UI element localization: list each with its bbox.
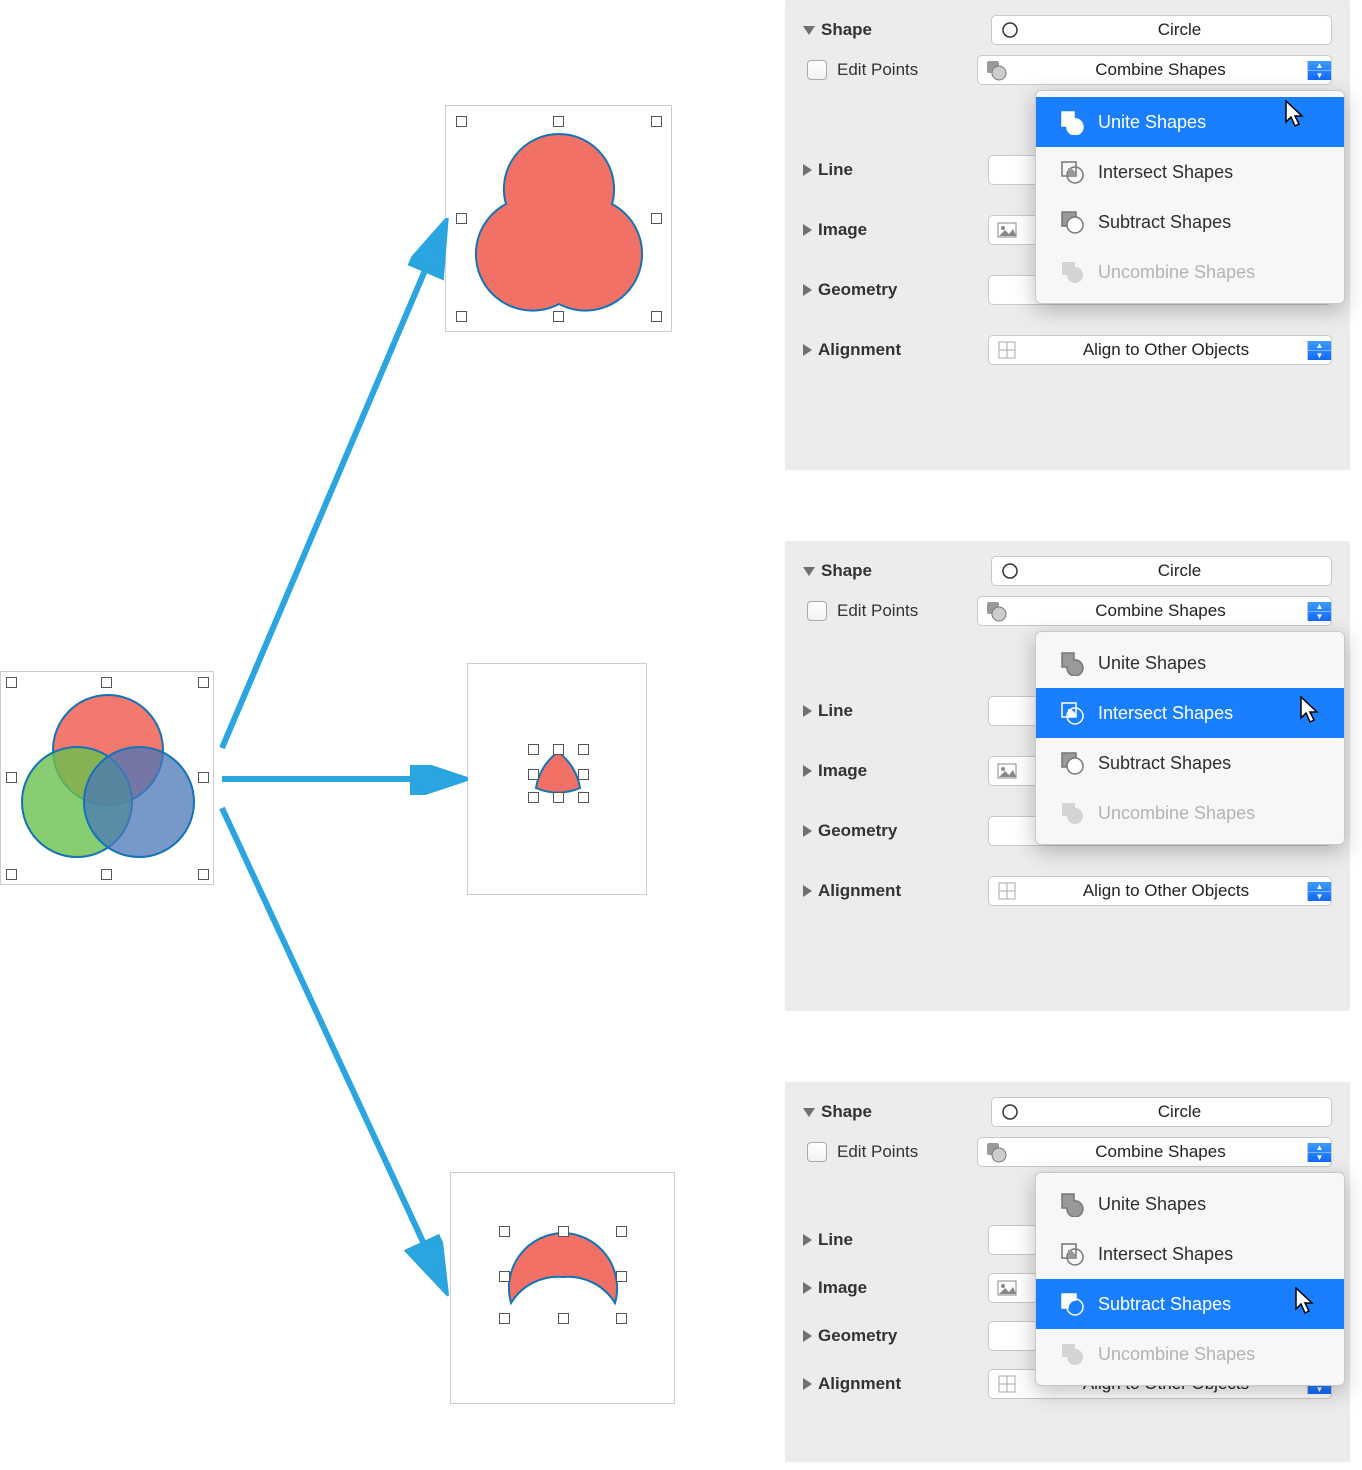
disclosure-right-icon[interactable]: [803, 1330, 812, 1342]
section-alignment[interactable]: Alignment: [818, 340, 988, 360]
align-grid-icon: [989, 882, 1025, 900]
uncombine-icon: [1054, 259, 1090, 285]
section-line[interactable]: Line: [818, 160, 988, 180]
circle-icon: [992, 562, 1028, 580]
disclosure-right-icon[interactable]: [803, 284, 812, 296]
shape-type-select[interactable]: Circle: [991, 15, 1332, 45]
subtract-icon: [1054, 209, 1090, 235]
subtract-icon: [1054, 750, 1090, 776]
edit-points-checkbox[interactable]: [807, 1142, 827, 1162]
menu-unite-shapes[interactable]: Unite Shapes: [1036, 97, 1344, 147]
shape-type-select[interactable]: Circle: [991, 1097, 1332, 1127]
arrow-to-unite: [218, 218, 458, 758]
combine-shapes-button[interactable]: Combine Shapes ▲▼: [977, 55, 1332, 85]
alignment-select[interactable]: Align to Other Objects ▲▼: [988, 876, 1332, 906]
disclosure-right-icon[interactable]: [803, 1378, 812, 1390]
inspector-panel-subtract: Shape Circle Edit Points Combine Shapes …: [785, 1082, 1350, 1462]
combine-stepper[interactable]: ▲▼: [1307, 1143, 1331, 1162]
circle-icon: [992, 1103, 1028, 1121]
arrow-to-subtract: [218, 800, 458, 1300]
section-line[interactable]: Line: [818, 1230, 988, 1250]
disclosure-down-icon[interactable]: [803, 1108, 815, 1117]
unite-icon: [1054, 109, 1090, 135]
section-shape[interactable]: Shape: [821, 561, 991, 581]
section-shape[interactable]: Shape: [821, 20, 991, 40]
section-shape[interactable]: Shape: [821, 1102, 991, 1122]
edit-points-label: Edit Points: [837, 1142, 977, 1162]
intersect-result-box: [467, 663, 647, 895]
uncombine-icon: [1054, 800, 1090, 826]
edit-points-checkbox[interactable]: [807, 60, 827, 80]
edit-points-label: Edit Points: [837, 601, 977, 621]
alignment-select[interactable]: Align to Other Objects ▲▼: [988, 335, 1332, 365]
menu-subtract-shapes[interactable]: Subtract Shapes: [1036, 197, 1344, 247]
disclosure-down-icon[interactable]: [803, 26, 815, 35]
disclosure-right-icon[interactable]: [803, 885, 812, 897]
disclosure-down-icon[interactable]: [803, 567, 815, 576]
disclosure-right-icon[interactable]: [803, 224, 812, 236]
inspector-panel-unite: Shape Circle Edit Points Combine Shapes …: [785, 0, 1350, 470]
edit-points-checkbox[interactable]: [807, 601, 827, 621]
intersect-icon: [1054, 159, 1090, 185]
section-geometry[interactable]: Geometry: [818, 821, 988, 841]
menu-intersect-shapes[interactable]: Intersect Shapes: [1036, 688, 1344, 738]
align-grid-icon: [989, 341, 1025, 359]
section-image[interactable]: Image: [818, 220, 988, 240]
unite-result-box: [445, 105, 672, 332]
menu-uncombine-shapes: Uncombine Shapes: [1036, 247, 1344, 297]
combine-shapes-icon: [978, 600, 1014, 622]
source-shape-box: [0, 671, 214, 885]
subtract-icon: [1054, 1291, 1090, 1317]
section-line[interactable]: Line: [818, 701, 988, 721]
disclosure-right-icon[interactable]: [803, 825, 812, 837]
disclosure-right-icon[interactable]: [803, 705, 812, 717]
circle-icon: [992, 21, 1028, 39]
combine-menu: Unite Shapes Intersect Shapes Subtract S…: [1035, 631, 1345, 845]
menu-subtract-shapes[interactable]: Subtract Shapes: [1036, 1279, 1344, 1329]
menu-unite-shapes[interactable]: Unite Shapes: [1036, 638, 1344, 688]
disclosure-right-icon[interactable]: [803, 765, 812, 777]
image-icon: [989, 1280, 1025, 1296]
combine-shapes-button[interactable]: Combine Shapes ▲▼: [977, 596, 1332, 626]
combine-shapes-button[interactable]: Combine Shapes ▲▼: [977, 1137, 1332, 1167]
combine-shapes-icon: [978, 59, 1014, 81]
menu-intersect-shapes[interactable]: Intersect Shapes: [1036, 147, 1344, 197]
subtract-result-box: [450, 1172, 675, 1404]
shape-type-select[interactable]: Circle: [991, 556, 1332, 586]
disclosure-right-icon[interactable]: [803, 344, 812, 356]
intersect-icon: [1054, 1241, 1090, 1267]
intersect-icon: [1054, 700, 1090, 726]
arrow-to-intersect: [218, 765, 468, 795]
unite-icon: [1054, 650, 1090, 676]
menu-intersect-shapes[interactable]: Intersect Shapes: [1036, 1229, 1344, 1279]
menu-subtract-shapes[interactable]: Subtract Shapes: [1036, 738, 1344, 788]
menu-uncombine-shapes: Uncombine Shapes: [1036, 1329, 1344, 1379]
edit-points-label: Edit Points: [837, 60, 977, 80]
section-geometry[interactable]: Geometry: [818, 1326, 988, 1346]
combine-stepper[interactable]: ▲▼: [1307, 61, 1331, 80]
uncombine-icon: [1054, 1341, 1090, 1367]
menu-uncombine-shapes: Uncombine Shapes: [1036, 788, 1344, 838]
inspector-panel-intersect: Shape Circle Edit Points Combine Shapes …: [785, 541, 1350, 1011]
section-image[interactable]: Image: [818, 1278, 988, 1298]
disclosure-right-icon[interactable]: [803, 1282, 812, 1294]
combine-stepper[interactable]: ▲▼: [1307, 602, 1331, 621]
image-icon: [989, 763, 1025, 779]
align-grid-icon: [989, 1375, 1025, 1393]
section-geometry[interactable]: Geometry: [818, 280, 988, 300]
combine-menu: Unite Shapes Intersect Shapes Subtract S…: [1035, 90, 1345, 304]
section-alignment[interactable]: Alignment: [818, 1374, 988, 1394]
disclosure-right-icon[interactable]: [803, 1234, 812, 1246]
section-alignment[interactable]: Alignment: [818, 881, 988, 901]
combine-shapes-icon: [978, 1141, 1014, 1163]
unite-icon: [1054, 1191, 1090, 1217]
combine-menu: Unite Shapes Intersect Shapes Subtract S…: [1035, 1172, 1345, 1386]
section-image[interactable]: Image: [818, 761, 988, 781]
menu-unite-shapes[interactable]: Unite Shapes: [1036, 1179, 1344, 1229]
image-icon: [989, 222, 1025, 238]
disclosure-right-icon[interactable]: [803, 164, 812, 176]
